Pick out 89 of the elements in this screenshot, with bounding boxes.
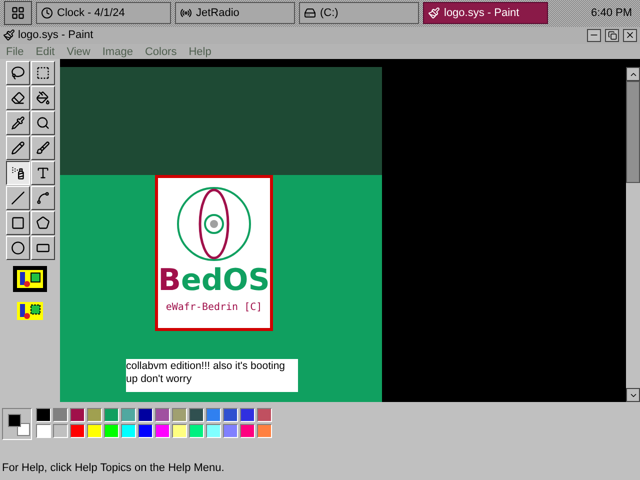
search-icon [36, 116, 50, 130]
palette-color[interactable] [87, 424, 102, 438]
status-text: For Help, click Help Topics on the Help Menu. [1, 461, 226, 476]
text-tool[interactable] [30, 161, 54, 186]
logo-wordmark: BedOS [158, 266, 270, 296]
palette-color[interactable] [121, 424, 136, 438]
curve-tool[interactable] [30, 186, 54, 210]
pick-tool[interactable] [6, 111, 30, 136]
foreground-color-swatch [8, 414, 21, 428]
spray-can-icon [10, 166, 24, 180]
palette-color[interactable] [189, 424, 204, 438]
pencil-icon [10, 141, 24, 156]
grid-icon [11, 6, 25, 20]
polygon-tool[interactable] [30, 211, 54, 236]
minimize-button[interactable] [587, 28, 601, 42]
taskbar-button[interactable]: JetRadio [175, 2, 295, 24]
palette-color[interactable] [104, 424, 119, 438]
vertical-scrollbar[interactable] [626, 67, 640, 402]
palette-color[interactable] [257, 408, 272, 422]
rectangle-tool[interactable] [6, 211, 30, 236]
eraser-tool[interactable] [6, 86, 30, 110]
palette-color[interactable] [138, 424, 153, 438]
pencil-tool[interactable] [6, 136, 30, 160]
palette-color[interactable] [138, 408, 153, 422]
start-button[interactable] [4, 1, 32, 26]
close-button[interactable] [623, 28, 637, 42]
shapes-icon [16, 301, 44, 322]
palette-color[interactable] [36, 408, 51, 422]
eraser-icon [10, 91, 24, 106]
scroll-down-button[interactable] [626, 388, 640, 402]
palette-color[interactable] [155, 408, 170, 422]
palette-color[interactable] [53, 408, 68, 422]
palette-color[interactable] [36, 424, 51, 438]
palette-color[interactable] [223, 424, 238, 438]
curve-icon [36, 191, 50, 206]
palette-color[interactable] [189, 408, 204, 422]
shapes-icon [16, 269, 44, 290]
rectangle-icon [10, 216, 24, 230]
tray-clock: 6:40 PM [590, 7, 633, 20]
airbrush-tool[interactable] [6, 161, 30, 186]
taskbar-button[interactable]: logo.sys - Paint [423, 2, 548, 24]
palette-color[interactable] [240, 424, 255, 438]
pentagon-icon [36, 216, 50, 230]
clock-icon [41, 7, 53, 20]
rounded-rectangle-tool[interactable] [30, 236, 54, 260]
palette-color[interactable] [257, 424, 272, 438]
opaque-option-button[interactable] [13, 266, 47, 292]
palette-color[interactable] [240, 408, 255, 422]
restore-icon [608, 30, 616, 40]
scroll-up-button[interactable] [626, 67, 640, 82]
close-icon [625, 30, 635, 40]
lasso-icon [10, 66, 24, 80]
circle-icon [10, 241, 24, 256]
palette-color[interactable] [70, 424, 85, 438]
magnifier-tool[interactable] [30, 111, 54, 136]
palette-color[interactable] [70, 408, 85, 422]
palette-color[interactable] [53, 424, 68, 438]
palette-color[interactable] [87, 408, 102, 422]
palette-color[interactable] [121, 408, 136, 422]
radio-icon [180, 7, 192, 20]
logo-credit: eWafr-Bedrin [C] [166, 302, 262, 314]
caption-text: collabvm edition!!! also it's booting up don't worry [126, 359, 298, 392]
palette-color[interactable] [172, 424, 187, 438]
dashed-square-icon [36, 66, 50, 80]
palette-color[interactable] [104, 408, 119, 422]
fill-tool[interactable] [30, 86, 54, 110]
palette-color[interactable] [155, 424, 170, 438]
brush-icon [36, 141, 50, 156]
free-select-tool[interactable] [6, 61, 30, 86]
select-tool[interactable] [30, 61, 54, 86]
paintbrush-icon [428, 7, 440, 20]
pipette-icon [10, 116, 24, 130]
paint-bucket-icon [36, 91, 50, 106]
taskbar-button[interactable]: Clock - 4/1/24 [36, 2, 171, 24]
window-title: logo.sys - Paint [18, 29, 94, 42]
palette-color[interactable] [223, 408, 238, 422]
palette-color[interactable] [206, 424, 221, 438]
scroll-thumb[interactable] [626, 81, 640, 184]
brush-tool[interactable] [30, 136, 54, 160]
line-tool[interactable] [6, 186, 30, 210]
taskbar-button[interactable]: (C:) [299, 2, 419, 24]
drive-icon [304, 7, 316, 20]
letter-t-icon [36, 166, 50, 180]
restore-button[interactable] [605, 28, 619, 42]
line-icon [10, 191, 24, 206]
paintbrush-icon [3, 29, 15, 42]
ellipse-tool[interactable] [6, 236, 30, 260]
palette-color[interactable] [206, 408, 221, 422]
palette-color[interactable] [172, 408, 187, 422]
